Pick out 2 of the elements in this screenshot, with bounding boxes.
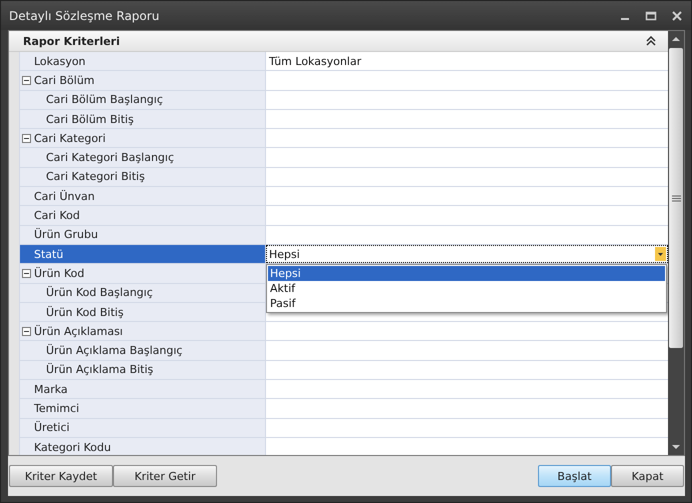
panel-title: Rapor Kriterleri (23, 34, 120, 48)
window-title: Detaylı Sözleşme Raporu (9, 8, 160, 22)
